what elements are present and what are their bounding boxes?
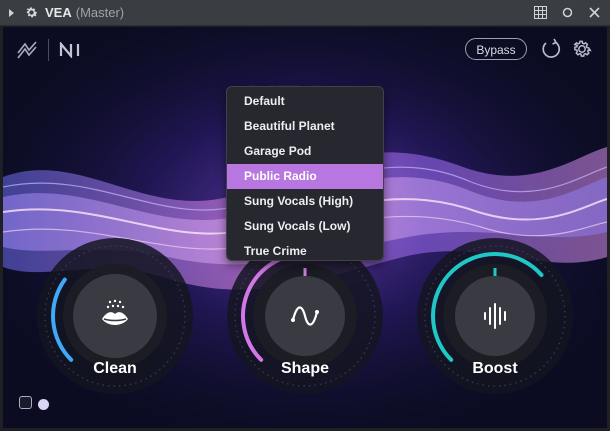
logo-group — [16, 39, 83, 61]
title-bar: VEA (Master) — [0, 0, 610, 26]
view-toggle-square-icon[interactable] — [19, 396, 32, 409]
preset-menu-item[interactable]: Sung Vocals (Low) — [227, 214, 383, 239]
native-instruments-logo-icon — [59, 42, 80, 58]
preset-menu-item[interactable]: Beautiful Planet — [227, 114, 383, 139]
grid-menu-icon[interactable] — [533, 5, 548, 20]
preset-menu-item[interactable]: True Crime — [227, 239, 383, 264]
plugin-window: VEA (Master) Bypass Clean Shape Boost De… — [0, 0, 610, 431]
pin-icon[interactable] — [560, 5, 575, 20]
preset-menu-item[interactable]: Default — [227, 89, 383, 114]
close-icon[interactable] — [587, 5, 602, 20]
preset-menu-item[interactable]: Sung Vocals (High) — [227, 189, 383, 214]
bypass-button[interactable]: Bypass — [465, 38, 527, 60]
gear-icon[interactable] — [24, 5, 39, 20]
preset-menu-item[interactable]: Garage Pod — [227, 139, 383, 164]
settings-gear-icon[interactable] — [571, 38, 593, 60]
view-toggle-dot-icon[interactable] — [38, 399, 49, 410]
window-title: VEA — [45, 5, 72, 20]
clean-knob-label: Clean — [93, 360, 137, 377]
vea-logo-icon — [17, 41, 37, 59]
logo-divider — [48, 39, 49, 61]
preset-dropdown-menu: Default Beautiful Planet Garage Pod Public … — [226, 86, 384, 261]
undo-icon[interactable] — [540, 38, 562, 60]
shape-knob-label: Shape — [280, 360, 329, 377]
plugin-panel: VEA Bypass — [3, 27, 607, 428]
collapse-triangle-icon[interactable] — [9, 8, 14, 17]
preset-menu-item[interactable]: Public Radio — [227, 164, 383, 189]
window-subtitle: (Master) — [75, 5, 125, 20]
boost-knob-label: Boost — [472, 360, 518, 377]
